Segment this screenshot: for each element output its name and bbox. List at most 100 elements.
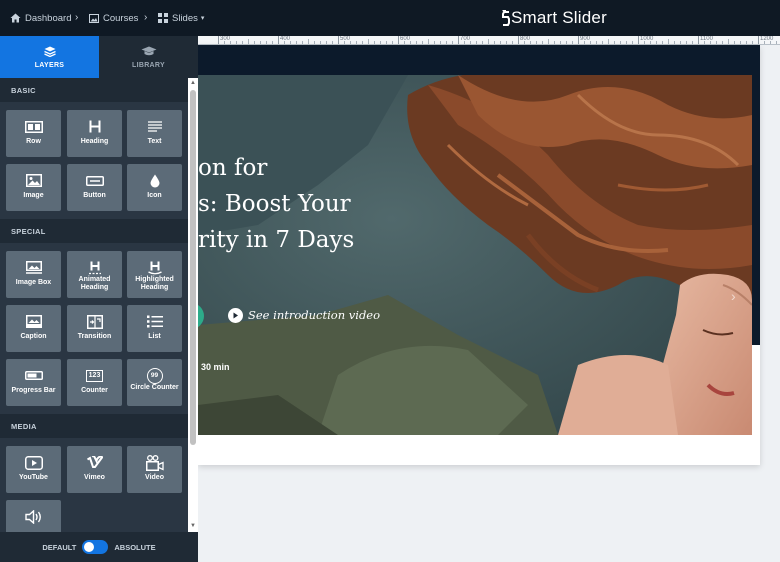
button-icon [85, 175, 104, 186]
circle-counter-icon: 99 [146, 367, 163, 384]
ruler-tick-label: 1200 [760, 36, 774, 42]
ruler-minor-tick [692, 41, 693, 44]
layer-video[interactable]: Video [127, 446, 182, 493]
layer-circle-counter[interactable]: 99 Circle Counter [127, 359, 182, 406]
ruler-minor-tick [590, 41, 591, 44]
layers-icon [43, 46, 56, 57]
slide-title-line[interactable]: s: Boost Your [198, 191, 351, 217]
scrollbar-thumb[interactable] [190, 90, 196, 445]
layer-image-box[interactable]: Image Box [6, 251, 61, 298]
ruler-minor-tick [374, 41, 375, 44]
layer-audio[interactable] [6, 500, 61, 532]
layer-text[interactable]: Text [127, 110, 182, 157]
ruler-minor-tick [464, 41, 465, 44]
slide[interactable]: on for s: Boost Your rity in 7 Days See … [198, 75, 752, 435]
ruler-minor-tick [584, 41, 585, 44]
ruler-minor-tick [776, 41, 777, 44]
positioning-mode-bar: DEFAULT ABSOLUTE [0, 532, 198, 562]
layer-heading[interactable]: Heading [67, 110, 122, 157]
logo-text: Smart Slider [511, 8, 607, 27]
slide-title-line[interactable]: rity in 7 Days [198, 227, 354, 253]
section-header-basic: BASIC [0, 78, 188, 102]
chevron-right-icon[interactable]: › [731, 288, 736, 304]
ruler-minor-tick [230, 41, 231, 44]
layer-caption[interactable]: Caption [6, 305, 61, 352]
ruler-minor-tick [680, 41, 681, 44]
ruler-minor-tick [662, 41, 663, 44]
ruler-minor-tick [422, 41, 423, 44]
layer-row-label: Row [26, 138, 41, 145]
layer-progress-bar-label: Progress Bar [11, 387, 56, 394]
scroll-up-arrow-icon[interactable]: ▲ [190, 80, 196, 86]
layer-transition[interactable]: Transition [67, 305, 122, 352]
layer-counter-label: Counter [81, 387, 108, 394]
layer-animated-heading[interactable]: Animated Heading [67, 251, 122, 298]
smart-slider-logo: Smart Slider [502, 6, 607, 30]
ruler-minor-tick [716, 41, 717, 44]
breadcrumb-courses[interactable]: Courses [89, 0, 138, 36]
ruler-tick [458, 36, 459, 44]
ruler-minor-tick [266, 41, 267, 44]
layer-row[interactable]: Row [6, 110, 61, 157]
image-box-icon [25, 260, 42, 274]
tab-layers[interactable]: LAYERS [0, 36, 99, 78]
ruler-minor-tick [620, 41, 621, 44]
slide-right-strip [752, 75, 760, 345]
ruler-tick-label: 500 [340, 36, 351, 42]
ruler-minor-tick [362, 41, 363, 44]
breadcrumb-separator: › [144, 12, 148, 23]
text-icon [147, 121, 162, 132]
ruler-minor-tick [572, 41, 573, 44]
breadcrumb-courses-label: Courses [103, 12, 139, 24]
sidebar-scrollbar[interactable]: ▲ ▼ [188, 78, 198, 532]
slide-background-image [198, 75, 752, 435]
layer-counter[interactable]: 123 Counter [67, 359, 122, 406]
layer-list[interactable]: List [127, 305, 182, 352]
ruler-minor-tick [308, 39, 309, 44]
ruler-minor-tick [350, 41, 351, 44]
layer-video-label: Video [145, 474, 164, 481]
horizontal-ruler: 300 400 500 600 700 800 900 1000 1100 1200 [198, 36, 780, 45]
layer-highlighted-heading[interactable]: Highlighted Heading [127, 251, 182, 298]
ruler-minor-tick [332, 41, 333, 44]
ruler-minor-tick [302, 41, 303, 44]
breadcrumb-slides[interactable]: Slides ▾ [158, 0, 204, 36]
layers-sidebar: LAYERS LIBRARY BASIC Row Heading Text Im… [0, 36, 198, 562]
layer-progress-bar[interactable]: Progress Bar [6, 359, 61, 406]
ruler-tick [698, 36, 699, 44]
logo-mark-icon [502, 10, 510, 26]
layer-icon[interactable]: Icon [127, 164, 182, 211]
mode-absolute-label: ABSOLUTE [114, 542, 156, 552]
slide-title-line[interactable]: on for [198, 155, 267, 181]
layer-youtube[interactable]: YouTube [6, 446, 61, 493]
layer-image-label: Image [23, 192, 44, 199]
scroll-down-arrow-icon[interactable]: ▼ [190, 523, 196, 529]
ruler-tick [218, 36, 219, 44]
ruler-minor-tick [656, 41, 657, 44]
breadcrumb-dashboard[interactable]: Dashboard [10, 0, 71, 36]
play-icon[interactable] [228, 308, 243, 323]
ruler-tick [758, 36, 759, 44]
tab-library[interactable]: LIBRARY [99, 36, 198, 78]
ruler-tick [278, 36, 279, 44]
layer-button[interactable]: Button [67, 164, 122, 211]
transition-icon [86, 314, 103, 329]
ruler-minor-tick [626, 41, 627, 44]
layer-image[interactable]: Image [6, 164, 61, 211]
breadcrumb-separator: › [75, 12, 79, 23]
layer-text-label: Text [147, 138, 162, 145]
ruler-minor-tick [770, 41, 771, 44]
layer-vimeo[interactable]: Vimeo [67, 446, 122, 493]
ruler-minor-tick [764, 41, 765, 44]
ruler-minor-tick [494, 41, 495, 44]
positioning-mode-toggle[interactable] [82, 540, 109, 554]
intro-video-link[interactable]: See introduction video [248, 308, 380, 322]
heading-icon [89, 120, 100, 133]
list-icon [146, 315, 163, 328]
ruler-minor-tick [296, 41, 297, 44]
image-icon [25, 174, 42, 187]
ruler-tick-label: 300 [220, 36, 231, 42]
layer-vimeo-label: Vimeo [84, 474, 105, 481]
ruler-tick-label: 800 [520, 36, 531, 42]
top-bar: Dashboard › Courses › Slides ▾ Smart Sli… [0, 0, 780, 36]
